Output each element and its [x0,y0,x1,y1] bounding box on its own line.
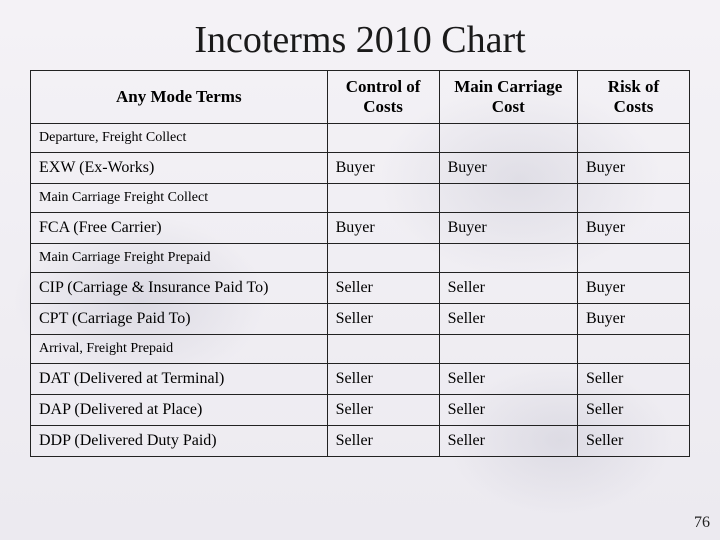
term-cell: EXW (Ex-Works) [31,153,328,184]
table-row: DAT (Delivered at Terminal)SellerSellerS… [31,364,690,395]
table-row: EXW (Ex-Works)BuyerBuyerBuyer [31,153,690,184]
section-row: Main Carriage Freight Prepaid [31,244,690,273]
section-blank [327,184,439,213]
section-row: Arrival, Freight Prepaid [31,335,690,364]
value-cell: Seller [577,426,689,457]
value-cell: Buyer [439,153,577,184]
value-cell: Seller [439,395,577,426]
section-blank [439,124,577,153]
page-number: 76 [694,514,710,532]
value-cell: Buyer [439,213,577,244]
value-cell: Seller [327,395,439,426]
value-cell: Seller [439,304,577,335]
term-cell: DDP (Delivered Duty Paid) [31,426,328,457]
value-cell: Seller [439,426,577,457]
value-cell: Buyer [577,273,689,304]
term-cell: DAP (Delivered at Place) [31,395,328,426]
value-cell: Seller [327,304,439,335]
term-cell: CPT (Carriage Paid To) [31,304,328,335]
section-blank [577,244,689,273]
incoterms-table: Any Mode Terms Control of Costs Main Car… [30,70,690,457]
table-row: DDP (Delivered Duty Paid)SellerSellerSel… [31,426,690,457]
section-blank [327,124,439,153]
section-row: Departure, Freight Collect [31,124,690,153]
section-blank [327,244,439,273]
term-cell: DAT (Delivered at Terminal) [31,364,328,395]
section-blank [439,184,577,213]
value-cell: Buyer [577,213,689,244]
table-row: CPT (Carriage Paid To)SellerSellerBuyer [31,304,690,335]
term-cell: CIP (Carriage & Insurance Paid To) [31,273,328,304]
value-cell: Seller [439,364,577,395]
section-label: Main Carriage Freight Collect [31,184,328,213]
col-header-terms: Any Mode Terms [31,71,328,124]
table-body: Departure, Freight CollectEXW (Ex-Works)… [31,124,690,457]
section-blank [577,335,689,364]
value-cell: Buyer [577,153,689,184]
value-cell: Buyer [327,213,439,244]
section-label: Arrival, Freight Prepaid [31,335,328,364]
col-header-control: Control of Costs [327,71,439,124]
value-cell: Seller [327,273,439,304]
section-blank [327,335,439,364]
table-row: CIP (Carriage & Insurance Paid To)Seller… [31,273,690,304]
section-label: Main Carriage Freight Prepaid [31,244,328,273]
value-cell: Buyer [327,153,439,184]
col-header-risk: Risk of Costs [577,71,689,124]
section-blank [577,184,689,213]
table-row: DAP (Delivered at Place)SellerSellerSell… [31,395,690,426]
value-cell: Seller [327,364,439,395]
page-title: Incoterms 2010 Chart [30,18,690,62]
value-cell: Seller [327,426,439,457]
section-blank [439,244,577,273]
section-label: Departure, Freight Collect [31,124,328,153]
table-header-row: Any Mode Terms Control of Costs Main Car… [31,71,690,124]
term-cell: FCA (Free Carrier) [31,213,328,244]
value-cell: Seller [577,395,689,426]
section-blank [439,335,577,364]
col-header-main-carriage: Main Carriage Cost [439,71,577,124]
value-cell: Seller [439,273,577,304]
section-row: Main Carriage Freight Collect [31,184,690,213]
table-row: FCA (Free Carrier)BuyerBuyerBuyer [31,213,690,244]
section-blank [577,124,689,153]
value-cell: Seller [577,364,689,395]
value-cell: Buyer [577,304,689,335]
